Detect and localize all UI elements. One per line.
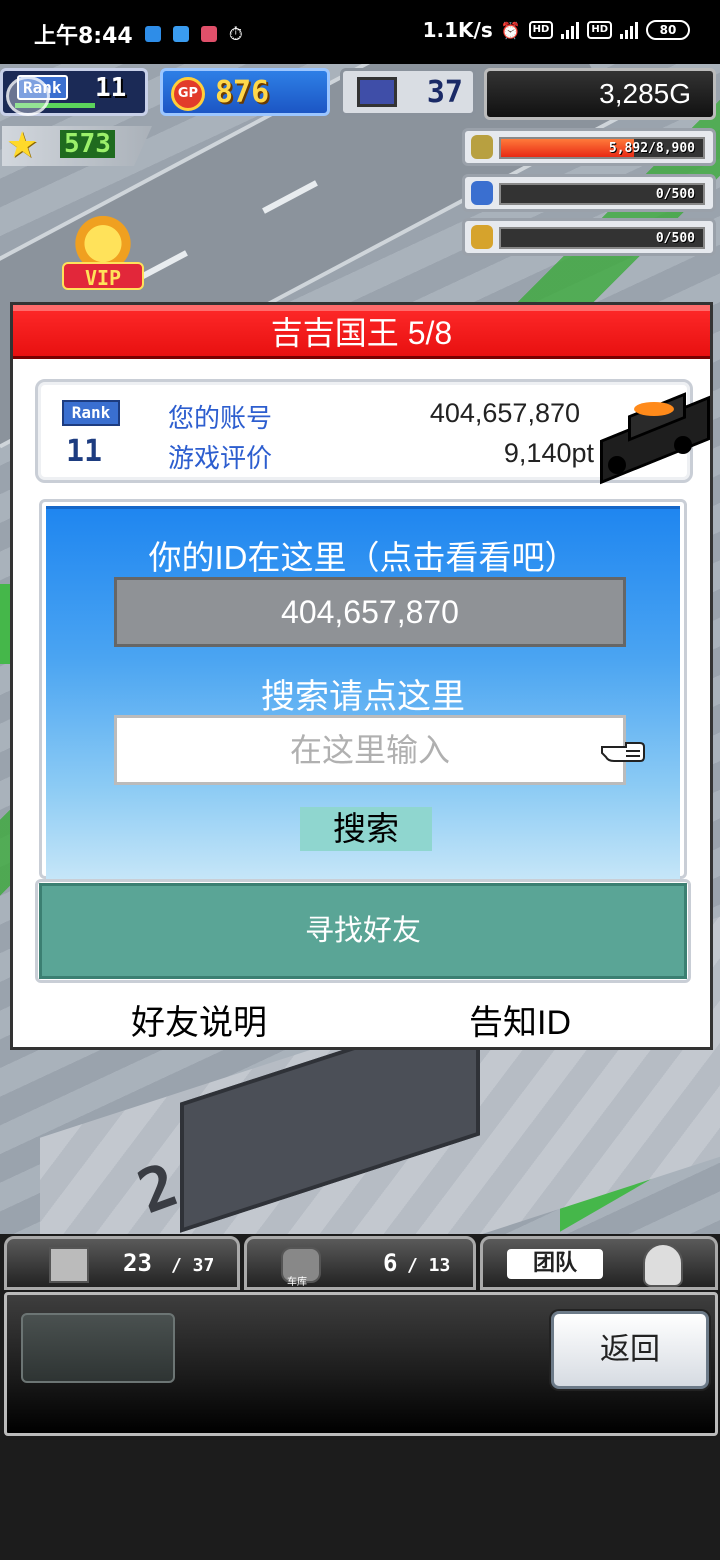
tab-garage-max: / 13 — [407, 1255, 451, 1276]
id-prompt: 你的ID在这里（点击看看吧） — [148, 539, 578, 576]
resource-value: 5,892/8,900 — [608, 141, 695, 156]
resource-value: 0/500 — [655, 231, 695, 246]
tab-garage[interactable]: 车库 6 / 13 — [244, 1236, 476, 1290]
rank-label: Rank — [62, 400, 120, 426]
empty-slot[interactable] — [21, 1313, 175, 1383]
signal-icon — [561, 21, 580, 39]
tab-team-label: 团队 — [507, 1249, 603, 1279]
controller-icon[interactable] — [6, 76, 50, 116]
resource-bar: 0/500 — [499, 227, 705, 249]
search-button[interactable]: 搜索 — [300, 807, 432, 851]
dialog-header-highlight — [13, 305, 710, 311]
battery-indicator: 80 — [646, 20, 690, 40]
bottom-tab-bar: 23 / 37 车库 6 / 13 团队 — [4, 1236, 720, 1292]
resource-fuel: 0/500 — [462, 174, 716, 212]
vip-label: VIP — [62, 262, 144, 290]
network-speed: 1.1K/s — [422, 18, 493, 42]
search-panel-body: 你的ID在这里（点击看看吧） 404,657,870 搜索请点这里 搜索 — [46, 506, 680, 880]
pc-value: 37 — [426, 75, 463, 110]
player-info-card: Rank 11 您的账号 404,657,870 游戏评价 9,140pt — [35, 379, 710, 485]
tab-staff-value: 23 — [123, 1249, 152, 1277]
computer-icon — [357, 77, 397, 107]
clock: 上午8:44 — [34, 24, 133, 49]
id-search-panel: 你的ID在这里（点击看看吧） 404,657,870 搜索请点这里 搜索 — [39, 499, 687, 880]
star-value: 573 — [60, 130, 115, 158]
friend-help-link[interactable]: 好友说明 — [131, 995, 267, 1044]
hd-badge-2: HD — [587, 21, 612, 39]
timer-icon: ⏱ — [228, 23, 243, 45]
hd-badge: HD — [528, 21, 554, 39]
rank-value: 11 — [66, 434, 103, 469]
account-label: 您的账号 — [168, 403, 273, 433]
tab-staff-max: / 37 — [171, 1255, 215, 1276]
wheat-icon — [471, 225, 493, 249]
resource-value: 0/500 — [655, 187, 695, 202]
resource-coins: 5,892/8,900 — [462, 128, 716, 166]
search-input[interactable] — [114, 715, 626, 785]
bottom-panel: 返回 — [4, 1292, 718, 1436]
account-value: 404,657,870 — [429, 398, 580, 428]
signal-icon-2 — [620, 21, 638, 39]
status-bar: 上午8:44 ⏱ 1.1K/s ⏰ HD HD 80 — [0, 0, 720, 64]
dialog-title: 吉吉国王 5/8 — [13, 305, 710, 359]
share-id-link[interactable]: 告知ID — [469, 995, 571, 1044]
resource-bar: 5,892/8,900 — [499, 137, 705, 159]
navigation-area — [0, 1438, 720, 1560]
coin-stack-icon — [471, 135, 493, 159]
back-button[interactable]: 返回 — [551, 1311, 709, 1389]
find-friend-button[interactable]: 寻找好友 — [39, 883, 687, 979]
rating-value: 9,140pt — [503, 438, 594, 468]
star-counter: ★ 573 — [2, 126, 152, 166]
card-notification-icon — [172, 26, 189, 42]
gp-value: 876 — [215, 75, 270, 110]
gp-coin-icon: GP — [171, 77, 205, 111]
character-face-icon — [643, 1243, 683, 1287]
money-display: 3,285G — [484, 68, 716, 120]
fuel-icon — [471, 181, 493, 205]
car-icon — [594, 392, 714, 485]
friend-dialog: 吉吉国王 5/8 Rank 11 您的账号 404,657,870 游戏评价 9… — [10, 302, 713, 1050]
pointing-hand-icon — [601, 742, 645, 762]
tab-staff[interactable]: 23 / 37 — [4, 1236, 240, 1290]
my-id-box[interactable]: 404,657,870 — [114, 577, 626, 647]
alarm-icon: ⏰ — [500, 20, 521, 40]
car-wheel — [674, 436, 692, 454]
app-notification-icon — [144, 26, 161, 42]
rating-label: 游戏评价 — [168, 443, 273, 473]
tab-team[interactable]: 团队 — [480, 1236, 718, 1290]
gp-counter[interactable]: GP 876 — [160, 68, 330, 116]
star-icon: ★ — [6, 125, 39, 166]
crown-icon — [72, 210, 134, 266]
car-flame-decal — [634, 402, 674, 416]
search-prompt: 搜索请点这里 — [261, 678, 465, 716]
car-wheel — [608, 456, 626, 474]
tab-garage-label: 车库 — [287, 1277, 307, 1288]
pc-counter[interactable]: 37 — [340, 68, 476, 116]
resource-wheat: 0/500 — [462, 218, 716, 256]
tab-garage-value: 6 — [383, 1249, 398, 1277]
video-notification-icon — [200, 26, 217, 42]
vip-badge[interactable]: VIP — [62, 210, 144, 290]
resource-bar: 0/500 — [499, 183, 705, 205]
crate-icon — [49, 1247, 89, 1283]
rank-value: 11 — [95, 73, 127, 103]
